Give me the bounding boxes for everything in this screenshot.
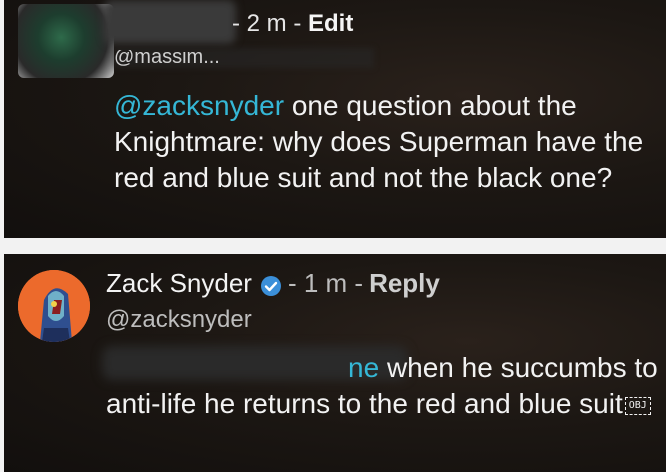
author-name[interactable]: Zack Snyder: [106, 268, 252, 299]
redacted-username: [104, 0, 236, 44]
user-handle: @zacksnyder: [106, 306, 252, 333]
reply-button[interactable]: Reply: [369, 268, 440, 299]
user-handle: @massim...: [114, 50, 220, 68]
verified-badge-icon: [260, 273, 282, 296]
avatar-art: [18, 270, 90, 342]
mention-link[interactable]: ne: [348, 352, 379, 383]
comment-card-1: - 2 m - Edit @massim... @zacksnyder one …: [4, 0, 666, 238]
comment-card-2: Zack Snyder - 1 m - Reply @zacksnyder ne…: [4, 254, 666, 472]
comment-body: @zacksnyder one question about the Knigh…: [114, 88, 654, 196]
edit-button[interactable]: Edit: [308, 10, 353, 37]
avatar[interactable]: [18, 4, 114, 78]
comment-text: when he succumbs to anti-life he returns…: [106, 352, 658, 419]
object-placeholder-glyph: OBJ: [624, 396, 651, 415]
comment-body: ne when he succumbs to anti-life he retu…: [106, 350, 662, 422]
comment-meta: - 2 m - Edit: [232, 10, 353, 38]
avatar[interactable]: [18, 270, 90, 342]
author-row: Zack Snyder - 1 m - Reply: [106, 268, 440, 299]
mention-link[interactable]: @zacksnyder: [114, 90, 284, 121]
comment-time: - 1 m -: [287, 268, 364, 298]
comment-time: - 2 m -: [232, 10, 302, 37]
